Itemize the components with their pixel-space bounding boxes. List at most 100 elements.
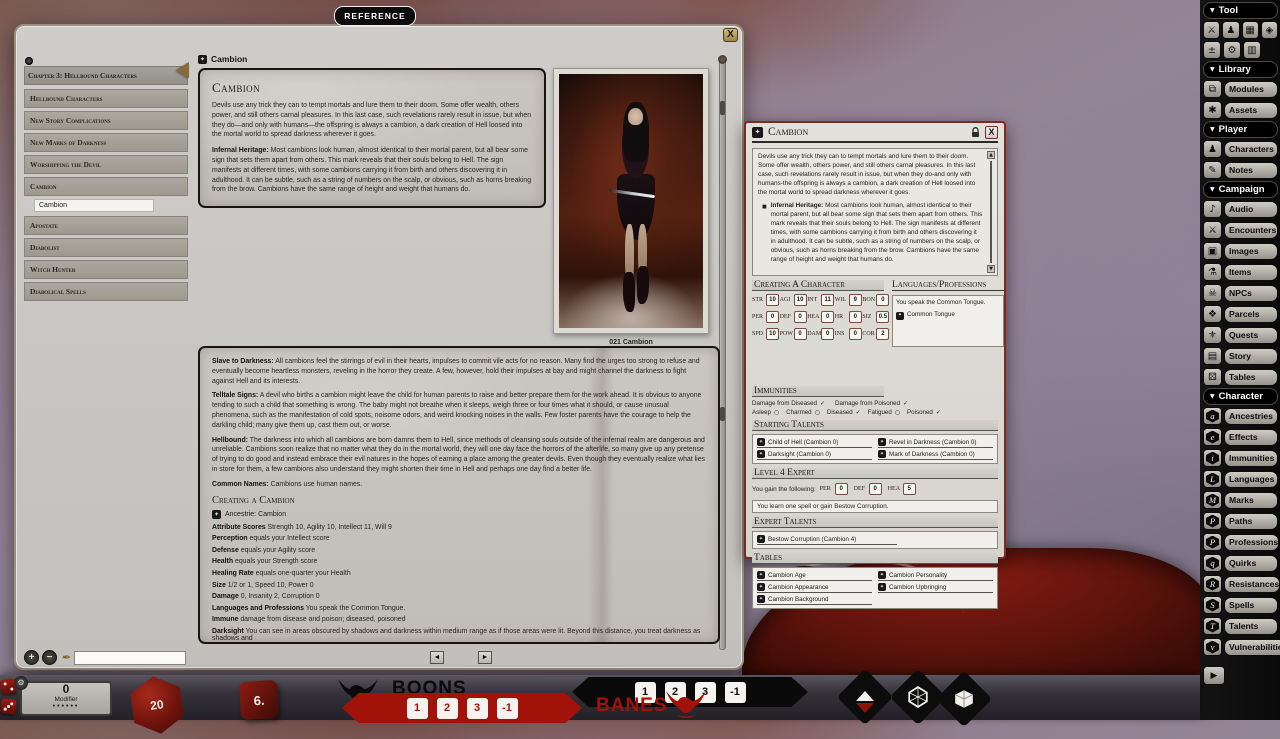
- stat-value-box[interactable]: 11: [821, 294, 835, 306]
- sidebar-item-vulnerabilities[interactable]: v Vulnerabilities: [1203, 638, 1280, 656]
- stat-value-box[interactable]: 0: [793, 311, 807, 323]
- sidebar-item-ancestries[interactable]: a Ancestries: [1203, 407, 1278, 425]
- sidebar-item-encounters[interactable]: ⚔ Encounters: [1203, 221, 1278, 239]
- immunity-check[interactable]: Charmed ○: [786, 409, 820, 416]
- chapter-item[interactable]: New Story Complications: [24, 111, 188, 130]
- scroll-down-icon[interactable]: ▼: [987, 265, 995, 273]
- sidebar-item-immunities[interactable]: i Immunities: [1203, 449, 1278, 467]
- stat-value-box[interactable]: 0.5: [876, 311, 890, 323]
- table-link[interactable]: ✦ Cambion Appearance: [757, 583, 872, 593]
- page-next-button[interactable]: ►: [478, 651, 492, 664]
- sidebar-item-resistances[interactable]: R Resistances: [1203, 575, 1280, 593]
- scroll-track[interactable]: [990, 161, 992, 263]
- stat-value-box[interactable]: 2: [876, 328, 890, 340]
- table-link[interactable]: ✦ Cambion Background: [757, 595, 872, 605]
- reference-tab[interactable]: REFERENCE: [334, 6, 416, 26]
- close-icon[interactable]: X: [723, 28, 738, 42]
- chapter-item[interactable]: Hellbound Characters: [24, 89, 188, 108]
- gear-icon[interactable]: ⚙: [14, 676, 28, 690]
- zoom-out-button[interactable]: −: [42, 650, 57, 665]
- swords-icon[interactable]: ⚔: [1203, 21, 1221, 39]
- chapter-subitem-active[interactable]: Cambion: [34, 199, 154, 212]
- search-input[interactable]: [74, 650, 187, 665]
- stat-value-box[interactable]: 0: [868, 483, 882, 495]
- bane-slot[interactable]: 2: [436, 697, 458, 719]
- close-icon[interactable]: X: [985, 125, 998, 139]
- portrait-frame[interactable]: [553, 68, 709, 334]
- calendar-icon[interactable]: ▦: [1241, 21, 1259, 39]
- chapter-item[interactable]: Worshipping the Devil: [24, 155, 188, 174]
- stat-value-box[interactable]: 0: [848, 311, 862, 323]
- bane-slot[interactable]: 1: [406, 697, 428, 719]
- scrollbar[interactable]: ▲ ▼: [987, 151, 995, 273]
- sidebar-section-library[interactable]: ▼ Library: [1203, 61, 1278, 78]
- talent-link[interactable]: ✦ Mark of Darkness (Cambion 0): [878, 450, 993, 460]
- lock-icon[interactable]: [971, 126, 980, 138]
- stat-value-box[interactable]: 5: [902, 483, 916, 495]
- sidebar-section-player[interactable]: ▼ Player: [1203, 121, 1278, 138]
- sidebar-item-tables[interactable]: ⚄ Tables: [1203, 368, 1278, 386]
- talent-link[interactable]: ✦ Revel in Darkness (Cambion 0): [878, 438, 993, 448]
- sidebar-item-professions[interactable]: P Professions: [1203, 533, 1280, 551]
- sidebar-section-tool[interactable]: ▼ Tool: [1203, 2, 1278, 19]
- sidebar-item-characters[interactable]: ♟ Characters: [1203, 140, 1278, 158]
- sidebar-expand-button[interactable]: ▶: [1203, 666, 1225, 685]
- chapter-list-header[interactable]: Chapter 3: Hellbound Characters: [24, 66, 188, 85]
- stat-value-box[interactable]: 10: [793, 294, 807, 306]
- sidebar-item-quests[interactable]: ⚜ Quests: [1203, 326, 1278, 344]
- chapter-item[interactable]: Witch Hunter: [24, 260, 188, 279]
- immunity-check[interactable]: Asleep ○: [752, 409, 779, 416]
- roll-direction-button[interactable]: [836, 668, 894, 726]
- d6-tray-button[interactable]: [935, 670, 993, 728]
- sidebar-item-spells[interactable]: S Spells: [1203, 596, 1278, 614]
- sidebar-item-quirks[interactable]: q Quirks: [1203, 554, 1278, 572]
- scroll-up-icon[interactable]: ▲: [987, 151, 995, 159]
- back-arrow-icon[interactable]: [176, 62, 189, 78]
- immunity-check[interactable]: Fatigued ○: [868, 409, 900, 416]
- d20-die[interactable]: 20: [124, 672, 190, 738]
- immunity-check[interactable]: Damage from Poisoned ✓: [835, 400, 908, 407]
- sidebar-item-marks[interactable]: M Marks: [1203, 491, 1278, 509]
- immunity-check[interactable]: Damage from Diseased ✓: [752, 400, 825, 407]
- sidebar-item-modules[interactable]: ⧉ Modules: [1203, 80, 1278, 98]
- stat-value-box[interactable]: 10: [766, 294, 779, 306]
- stat-value-box[interactable]: 0: [848, 328, 862, 340]
- mini-die-icon[interactable]: [0, 698, 17, 715]
- scroll-thumb[interactable]: [720, 101, 725, 115]
- options-icon[interactable]: ⚙: [1223, 41, 1241, 59]
- stat-value-box[interactable]: 10: [766, 328, 779, 340]
- sidebar-item-images[interactable]: ▣ Images: [1203, 242, 1278, 260]
- stat-value-box[interactable]: 0: [821, 328, 835, 340]
- chapter-item[interactable]: New Marks of Darkness: [24, 133, 188, 152]
- sidebar-item-audio[interactable]: ♪ Audio: [1203, 200, 1278, 218]
- sidebar-item-parcels[interactable]: ❖ Parcels: [1203, 305, 1278, 323]
- cambion-title-bar[interactable]: ✦ Cambion X: [752, 123, 998, 143]
- sidebar-item-story[interactable]: ▤ Story: [1203, 347, 1278, 365]
- sidebar-section-campaign[interactable]: ▼ Campaign: [1203, 181, 1278, 198]
- modifier-slot-dots[interactable]: ••••••: [22, 703, 110, 711]
- chapter-item[interactable]: Cambion: [24, 177, 188, 196]
- sidebar-item-languages[interactable]: L Languages: [1203, 470, 1278, 488]
- stat-value-box[interactable]: 0: [793, 328, 807, 340]
- bane-slot[interactable]: 3: [466, 697, 488, 719]
- talent-link[interactable]: ✦ Bestow Corruption (Cambion 4): [757, 535, 897, 545]
- talent-link[interactable]: ✦ Child of Hell (Cambion 0): [757, 438, 872, 448]
- boon-slot[interactable]: -1: [724, 681, 746, 703]
- sidebar-item-paths[interactable]: P Paths: [1203, 512, 1278, 530]
- modifiers-icon[interactable]: ±: [1203, 41, 1221, 59]
- ancestry-link[interactable]: ✦ Ancestrie: Cambion: [212, 509, 706, 519]
- stat-value-box[interactable]: 0: [876, 294, 890, 306]
- sidebar-item-talents[interactable]: T Talents: [1203, 617, 1278, 635]
- stat-value-box[interactable]: 9: [848, 294, 862, 306]
- dice-icon[interactable]: ◈: [1260, 21, 1278, 39]
- chapter-item[interactable]: Diabolist: [24, 238, 188, 257]
- tokens-icon[interactable]: ♟: [1222, 21, 1240, 39]
- page-prev-button[interactable]: ◄: [430, 651, 444, 664]
- sidebar-item-notes[interactable]: ✎ Notes: [1203, 161, 1278, 179]
- sidebar-item-items[interactable]: ⚗ Items: [1203, 263, 1278, 281]
- stat-value-box[interactable]: 0: [834, 483, 848, 495]
- modifier-box[interactable]: ⚙ 0 Modifier ••••••: [14, 676, 112, 716]
- immunity-check[interactable]: Diseased ✓: [827, 409, 861, 416]
- scroll-pin-icon[interactable]: [718, 55, 727, 64]
- sidebar-item-assets[interactable]: ✱ Assets: [1203, 101, 1278, 119]
